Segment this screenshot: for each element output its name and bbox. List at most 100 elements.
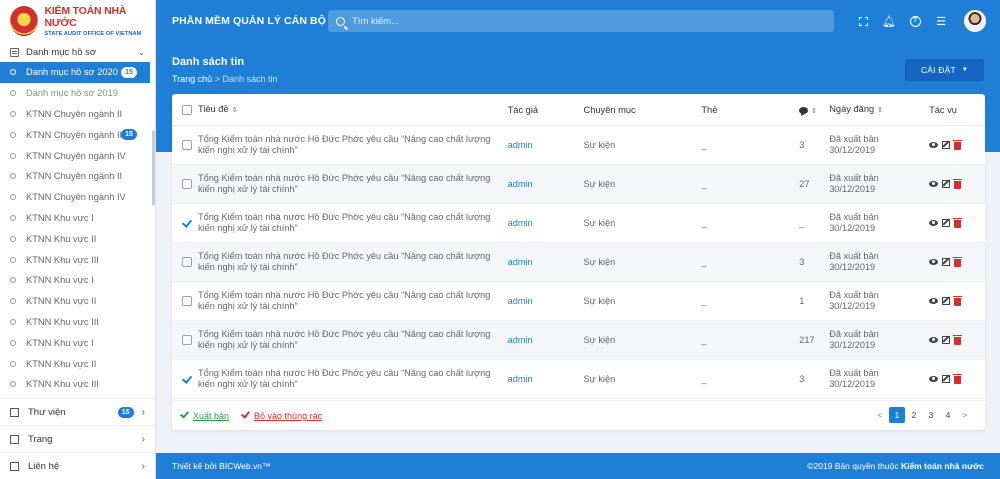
sidebar-subitem[interactable]: KTNN Khu vực III [0,249,155,270]
sidebar-scrollbar[interactable] [152,130,155,206]
edit-icon[interactable] [942,140,951,149]
sidebar-subitem[interactable]: KTNN Chuyên ngành IV [0,187,155,208]
sidebar-group-danh-muc-ho-so[interactable]: Danh mục hồ sơ ⌄ [0,42,155,62]
sidebar-item-thu-vien[interactable]: Thư viện 15 › [0,398,155,425]
page-button[interactable]: 4 [940,407,956,423]
page-button[interactable]: 2 [906,407,922,423]
circle-icon [10,360,16,367]
breadcrumb-home[interactable]: Trang chủ [172,74,212,84]
row-author[interactable]: admin [508,140,584,150]
row-title[interactable]: Tổng Kiểm toán nhà nước Hồ Đức Phớc yêu … [198,134,508,156]
search-input[interactable] [352,15,812,27]
row-author[interactable]: admin [508,374,584,384]
move-to-trash-button[interactable]: Bỏ vào thùng rác [241,409,322,421]
view-icon[interactable] [929,258,939,265]
row-checkbox[interactable] [181,257,192,267]
settings-dropdown-button[interactable]: CÀI ĐẶT ▼ [905,59,984,81]
prev-page-button[interactable]: < [872,407,888,423]
page-button[interactable]: 1 [889,407,905,423]
sidebar-subitem[interactable]: KTNN Khu vực II [0,353,155,374]
help-button[interactable]: ? [902,0,928,42]
column-date[interactable]: Ngày đăng ⇕ [829,104,925,116]
sidebar-subitem[interactable]: KTNN Khu vực I [0,208,155,229]
menu-button[interactable]: ☰ [928,0,954,42]
row-checkbox[interactable] [181,179,192,189]
edit-icon[interactable] [942,374,951,383]
column-title[interactable]: Tiêu đề ⇕ [198,104,508,116]
row-checkbox[interactable] [182,374,192,384]
sidebar-subitem[interactable]: KTNN Khu vực II [0,228,155,249]
table-row[interactable]: Tổng Kiểm toán nhà nước Hồ Đức Phớc yêu … [172,204,985,243]
sidebar-subitem[interactable]: KTNN Khu vực III [0,374,155,395]
search-box[interactable] [328,10,834,32]
sidebar-item-lien-he[interactable]: Liên hệ › [0,452,155,479]
column-comments[interactable]: ⇕ [799,105,829,115]
edit-icon[interactable] [942,218,951,227]
row-comment-count: _ [799,218,805,228]
edit-icon[interactable] [942,257,951,266]
row-date-value: 30/12/2019 [829,379,876,389]
row-date-value: 30/12/2019 [829,301,876,311]
row-author[interactable]: admin [508,257,584,267]
sidebar-subitem[interactable]: KTNN Khu vực I [0,270,155,291]
select-all-checkbox[interactable] [181,104,192,115]
trash-icon[interactable] [953,295,963,306]
table-row[interactable]: Tổng Kiểm toán nhà nước Hồ Đức Phớc yêu … [172,321,985,360]
sidebar-subitem[interactable]: KTNN Khu vực III [0,312,155,333]
sidebar-subitem[interactable]: KTNN Chuyên ngành IV [0,145,155,166]
row-checkbox[interactable] [181,296,192,306]
row-author[interactable]: admin [508,296,584,306]
row-author[interactable]: admin [508,218,584,228]
row-title[interactable]: Tổng Kiểm toán nhà nước Hồ Đức Phớc yêu … [198,251,508,273]
publish-button[interactable]: Xuất bản [180,409,229,421]
next-page-button[interactable]: > [957,407,973,423]
sidebar-subitem-label: KTNN Khu vực II [26,358,97,369]
row-status: Đã xuất bản [829,212,879,222]
row-title[interactable]: Tổng Kiểm toán nhà nước Hồ Đức Phớc yêu … [198,290,508,312]
row-checkbox[interactable] [181,140,192,150]
sidebar-subitem[interactable]: KTNN Chuyên ngành II [0,166,155,187]
notifications-button[interactable]: 🔔︎ [876,0,902,42]
trash-icon[interactable] [953,256,963,267]
row-date-value: 30/12/2019 [829,262,876,272]
table-row[interactable]: Tổng Kiểm toán nhà nước Hồ Đức Phớc yêu … [172,126,985,165]
row-author[interactable]: admin [508,335,584,345]
brand[interactable]: KIỂM TOÁN NHÀ NƯỚC STATE AUDIT OFFICE OF… [0,0,155,42]
sidebar-subitem[interactable]: KTNN Khu vực II [0,291,155,312]
trash-icon[interactable] [953,217,963,228]
row-title[interactable]: Tổng Kiểm toán nhà nước Hồ Đức Phớc yêu … [198,329,508,351]
edit-icon[interactable] [942,335,951,344]
fullscreen-button[interactable] [850,0,876,42]
trash-icon[interactable] [953,334,963,345]
edit-icon[interactable] [942,179,951,188]
edit-icon[interactable] [942,296,951,305]
sidebar-item-trang[interactable]: Trang › [0,425,155,452]
table-row[interactable]: Tổng Kiểm toán nhà nước Hồ Đức Phớc yêu … [172,243,985,282]
row-title[interactable]: Tổng Kiểm toán nhà nước Hồ Đức Phớc yêu … [198,212,508,234]
row-title[interactable]: Tổng Kiểm toán nhà nước Hồ Đức Phớc yêu … [198,368,508,390]
table-row[interactable]: Tổng Kiểm toán nhà nước Hồ Đức Phớc yêu … [172,165,985,204]
view-icon[interactable] [929,219,939,226]
row-author[interactable]: admin [508,179,584,189]
row-comment-count: 3 [799,374,805,384]
sidebar-subitem[interactable]: Danh mục hồ sơ 2020 15 [0,62,150,83]
view-icon[interactable] [929,375,939,382]
sidebar-subitem[interactable]: KTNN Chuyên ngành III 15 [0,124,155,145]
sidebar-subitem[interactable]: Danh mục hồ sơ 2019 [0,83,155,104]
view-icon[interactable] [929,297,939,304]
row-checkbox[interactable] [182,218,192,228]
row-title[interactable]: Tổng Kiểm toán nhà nước Hồ Đức Phớc yêu … [198,173,508,195]
view-icon[interactable] [929,336,939,343]
avatar[interactable] [964,10,986,32]
page-button[interactable]: 3 [923,407,939,423]
trash-icon[interactable] [953,178,963,189]
sidebar-subitem[interactable]: KTNN Chuyên ngành II [0,104,155,125]
table-row[interactable]: Tổng Kiểm toán nhà nước Hồ Đức Phớc yêu … [172,360,985,399]
trash-icon[interactable] [953,139,963,150]
row-checkbox[interactable] [181,335,192,345]
sidebar-subitem[interactable]: KTNN Khu vực I [0,332,155,353]
view-icon[interactable] [929,141,939,148]
table-row[interactable]: Tổng Kiểm toán nhà nước Hồ Đức Phớc yêu … [172,282,985,321]
trash-icon[interactable] [953,373,963,384]
view-icon[interactable] [929,180,939,187]
